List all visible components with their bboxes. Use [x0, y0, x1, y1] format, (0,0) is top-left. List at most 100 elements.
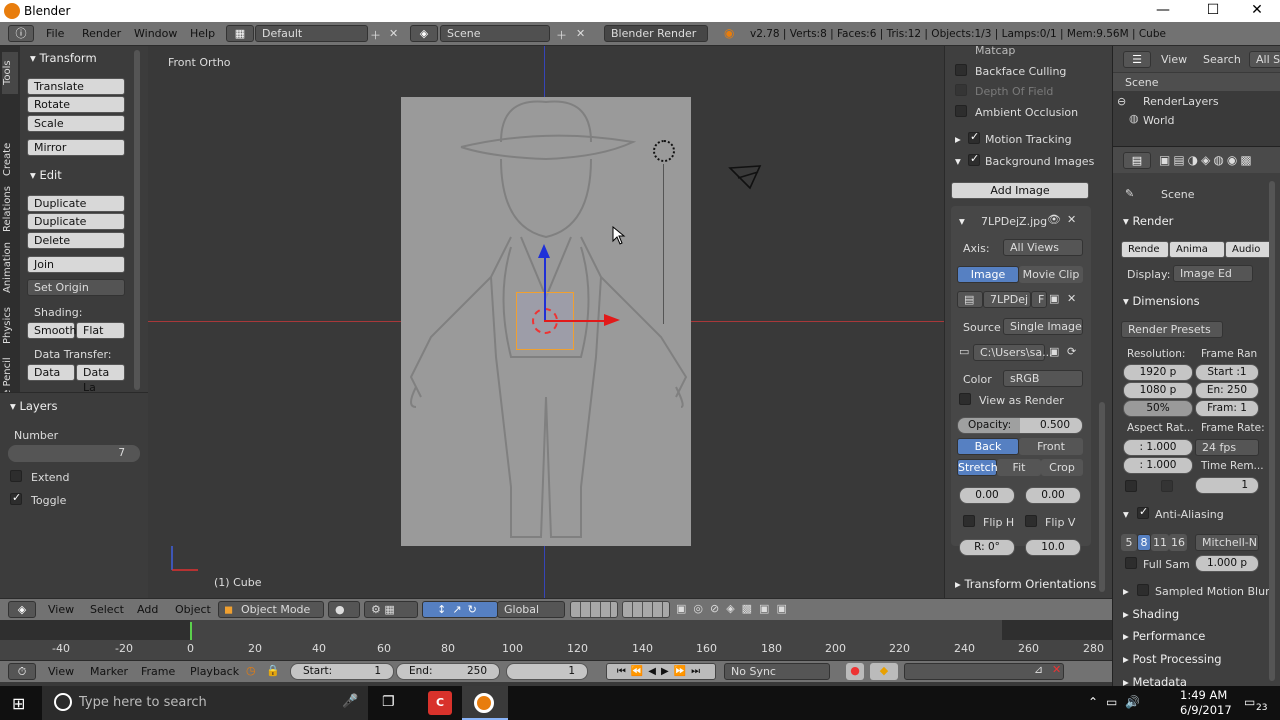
extend-checkbox[interactable] — [10, 470, 22, 482]
rotate-button[interactable]: Rotate — [27, 96, 125, 113]
back-button[interactable]: Back — [957, 438, 1019, 455]
transform-panel-header[interactable]: ▾ Transform — [30, 51, 97, 65]
size-field[interactable]: 10.0 — [1025, 539, 1081, 556]
lock-icon[interactable]: 🔒 — [266, 664, 280, 677]
z-arrow-head-icon[interactable] — [538, 244, 550, 258]
color-space-select[interactable]: sRGB — [1003, 370, 1083, 387]
timeline-playback-menu[interactable]: Playback — [190, 665, 239, 678]
outliner-search-menu[interactable]: Search — [1203, 53, 1241, 66]
background-images-checkbox[interactable] — [968, 152, 980, 166]
transform-orientation-select[interactable]: Global — [497, 601, 565, 618]
source-select[interactable]: Single Image — [1003, 318, 1083, 335]
clock-date[interactable]: 6/9/2017 — [1180, 703, 1232, 717]
aspect-x-field[interactable]: : 1.000 — [1123, 439, 1193, 456]
transform-orientations-header[interactable]: ▸ Transform Orientations — [955, 577, 1096, 591]
backface-culling-checkbox[interactable] — [955, 64, 967, 76]
insert-key-icon[interactable]: ⊿ — [1034, 663, 1043, 676]
add-menu[interactable]: Add — [137, 603, 158, 616]
add-scene-icon[interactable]: ＋ — [556, 27, 567, 43]
add-image-button[interactable]: Add Image — [951, 182, 1089, 199]
flip-h-checkbox[interactable] — [963, 515, 975, 527]
display-select[interactable]: Image Ed — [1173, 265, 1253, 282]
audio-button[interactable]: Audio — [1225, 241, 1275, 258]
motion-tracking-header[interactable]: ▸ — [955, 132, 961, 146]
aa-filter-select[interactable]: Mitchell-N — [1195, 534, 1259, 551]
stretch-button[interactable]: Stretch — [957, 459, 998, 476]
frame-start-field[interactable]: Start :1 — [1195, 364, 1259, 381]
select-menu[interactable]: Select — [90, 603, 124, 616]
aa-samples-11[interactable]: 11 — [1151, 534, 1169, 551]
view-menu[interactable]: View — [48, 603, 74, 616]
remove-image-icon[interactable]: ✕ — [1067, 213, 1076, 226]
offset-y-field[interactable]: 0.00 — [1025, 487, 1081, 504]
delete-key-icon[interactable]: ✕ — [1052, 663, 1061, 676]
lamp-icon[interactable] — [653, 140, 675, 162]
render-button[interactable]: Rende — [1121, 241, 1169, 258]
system-tray-icons[interactable]: ⌃▭🔊 — [1088, 695, 1148, 709]
timeline-view-menu[interactable]: View — [48, 665, 74, 678]
outliner-editor-icon[interactable]: ☰ — [1123, 51, 1151, 68]
smooth-button[interactable]: Smooth — [27, 322, 76, 339]
menu-help[interactable]: Help — [190, 27, 215, 40]
anti-aliasing-checkbox[interactable] — [1137, 505, 1149, 519]
outliner-item-world[interactable]: World — [1143, 114, 1175, 127]
movie-clip-tab[interactable]: Movie Clip — [1019, 266, 1083, 283]
crop-button[interactable]: Crop — [1041, 459, 1083, 476]
background-images-header[interactable]: ▾ — [955, 154, 961, 168]
keying-set-icon[interactable]: ◆ — [870, 663, 898, 680]
fake-user-button[interactable]: F — [1031, 291, 1047, 308]
record-icon[interactable]: ● — [846, 663, 864, 680]
layers-grid-2[interactable] — [622, 601, 670, 618]
render-panel-header[interactable]: ▾ Render — [1123, 214, 1173, 228]
scene-field[interactable]: Scene — [440, 25, 550, 42]
camtasia-taskbar-icon[interactable]: C — [428, 691, 452, 715]
shading-mode-select[interactable]: ● — [328, 601, 360, 618]
border-checkbox[interactable] — [1125, 480, 1137, 492]
start-frame-field[interactable]: Start: 1 — [290, 663, 394, 680]
anti-aliasing-header[interactable]: ▾ — [1123, 507, 1129, 521]
offset-x-field[interactable]: 0.00 — [959, 487, 1015, 504]
front-button[interactable]: Front — [1019, 438, 1083, 455]
flat-button[interactable]: Flat — [76, 322, 125, 339]
motion-tracking-checkbox[interactable] — [968, 130, 980, 144]
menu-file[interactable]: File — [46, 27, 64, 40]
tab-tools[interactable]: Tools — [2, 52, 18, 94]
fps-select[interactable]: 24 fps — [1195, 439, 1259, 456]
image-datablock-field[interactable]: 7LPDej — [983, 291, 1031, 308]
resolution-percent-field[interactable]: 50% — [1123, 400, 1193, 417]
notification-icon[interactable]: ▭ — [1244, 695, 1255, 709]
properties-scrollbar[interactable] — [1269, 181, 1275, 681]
minimize-button[interactable]: — — [1140, 0, 1186, 22]
cortana-icon[interactable] — [54, 693, 72, 711]
object-menu[interactable]: Object — [175, 603, 211, 616]
timeline-marker-menu[interactable]: Marker — [90, 665, 128, 678]
dimensions-panel-header[interactable]: ▾ Dimensions — [1123, 294, 1200, 308]
x-arrow-head-icon[interactable] — [604, 314, 620, 326]
close-button[interactable]: ✕ — [1234, 0, 1280, 22]
delete-button[interactable]: Delete — [27, 232, 125, 249]
duplicate-button[interactable]: Duplicate — [27, 195, 125, 212]
pivot-and-toggles[interactable]: ⚙ ▦ — [364, 601, 418, 618]
unlink-icon[interactable]: ✕ — [1067, 292, 1076, 305]
timeline-editor-icon[interactable]: ⏱ — [8, 663, 36, 680]
reload-icon[interactable]: ⟳ — [1067, 345, 1076, 358]
end-frame-field[interactable]: End: 250 — [396, 663, 500, 680]
dof-checkbox[interactable] — [955, 84, 967, 96]
mode-select[interactable]: Object Mode — [218, 601, 324, 618]
toggle-checkbox[interactable] — [10, 491, 22, 505]
task-view-icon[interactable]: ❐ — [382, 694, 395, 710]
view-as-render-checkbox[interactable] — [959, 393, 971, 405]
editor-type-info-icon[interactable]: ⓘ — [8, 25, 34, 42]
tool-shelf-scrollbar[interactable] — [134, 50, 140, 390]
properties-context-tabs[interactable]: ▣▤◑◈◍◉▩ — [1159, 153, 1255, 167]
aa-samples-16[interactable]: 16 — [1169, 534, 1187, 551]
data-button[interactable]: Data — [27, 364, 75, 381]
sampled-motion-blur-checkbox[interactable] — [1137, 584, 1149, 596]
outliner-item-scene[interactable]: Scene — [1125, 76, 1159, 89]
camera-icon[interactable] — [728, 158, 764, 192]
preview-range-icon[interactable]: ◷ — [246, 664, 256, 677]
edit-panel-header[interactable]: ▾ Edit — [30, 168, 62, 182]
axis-select[interactable]: All Views — [1003, 239, 1083, 256]
remove-screen-icon[interactable]: ✕ — [389, 27, 398, 40]
frame-step-field[interactable]: Fram: 1 — [1195, 400, 1259, 417]
